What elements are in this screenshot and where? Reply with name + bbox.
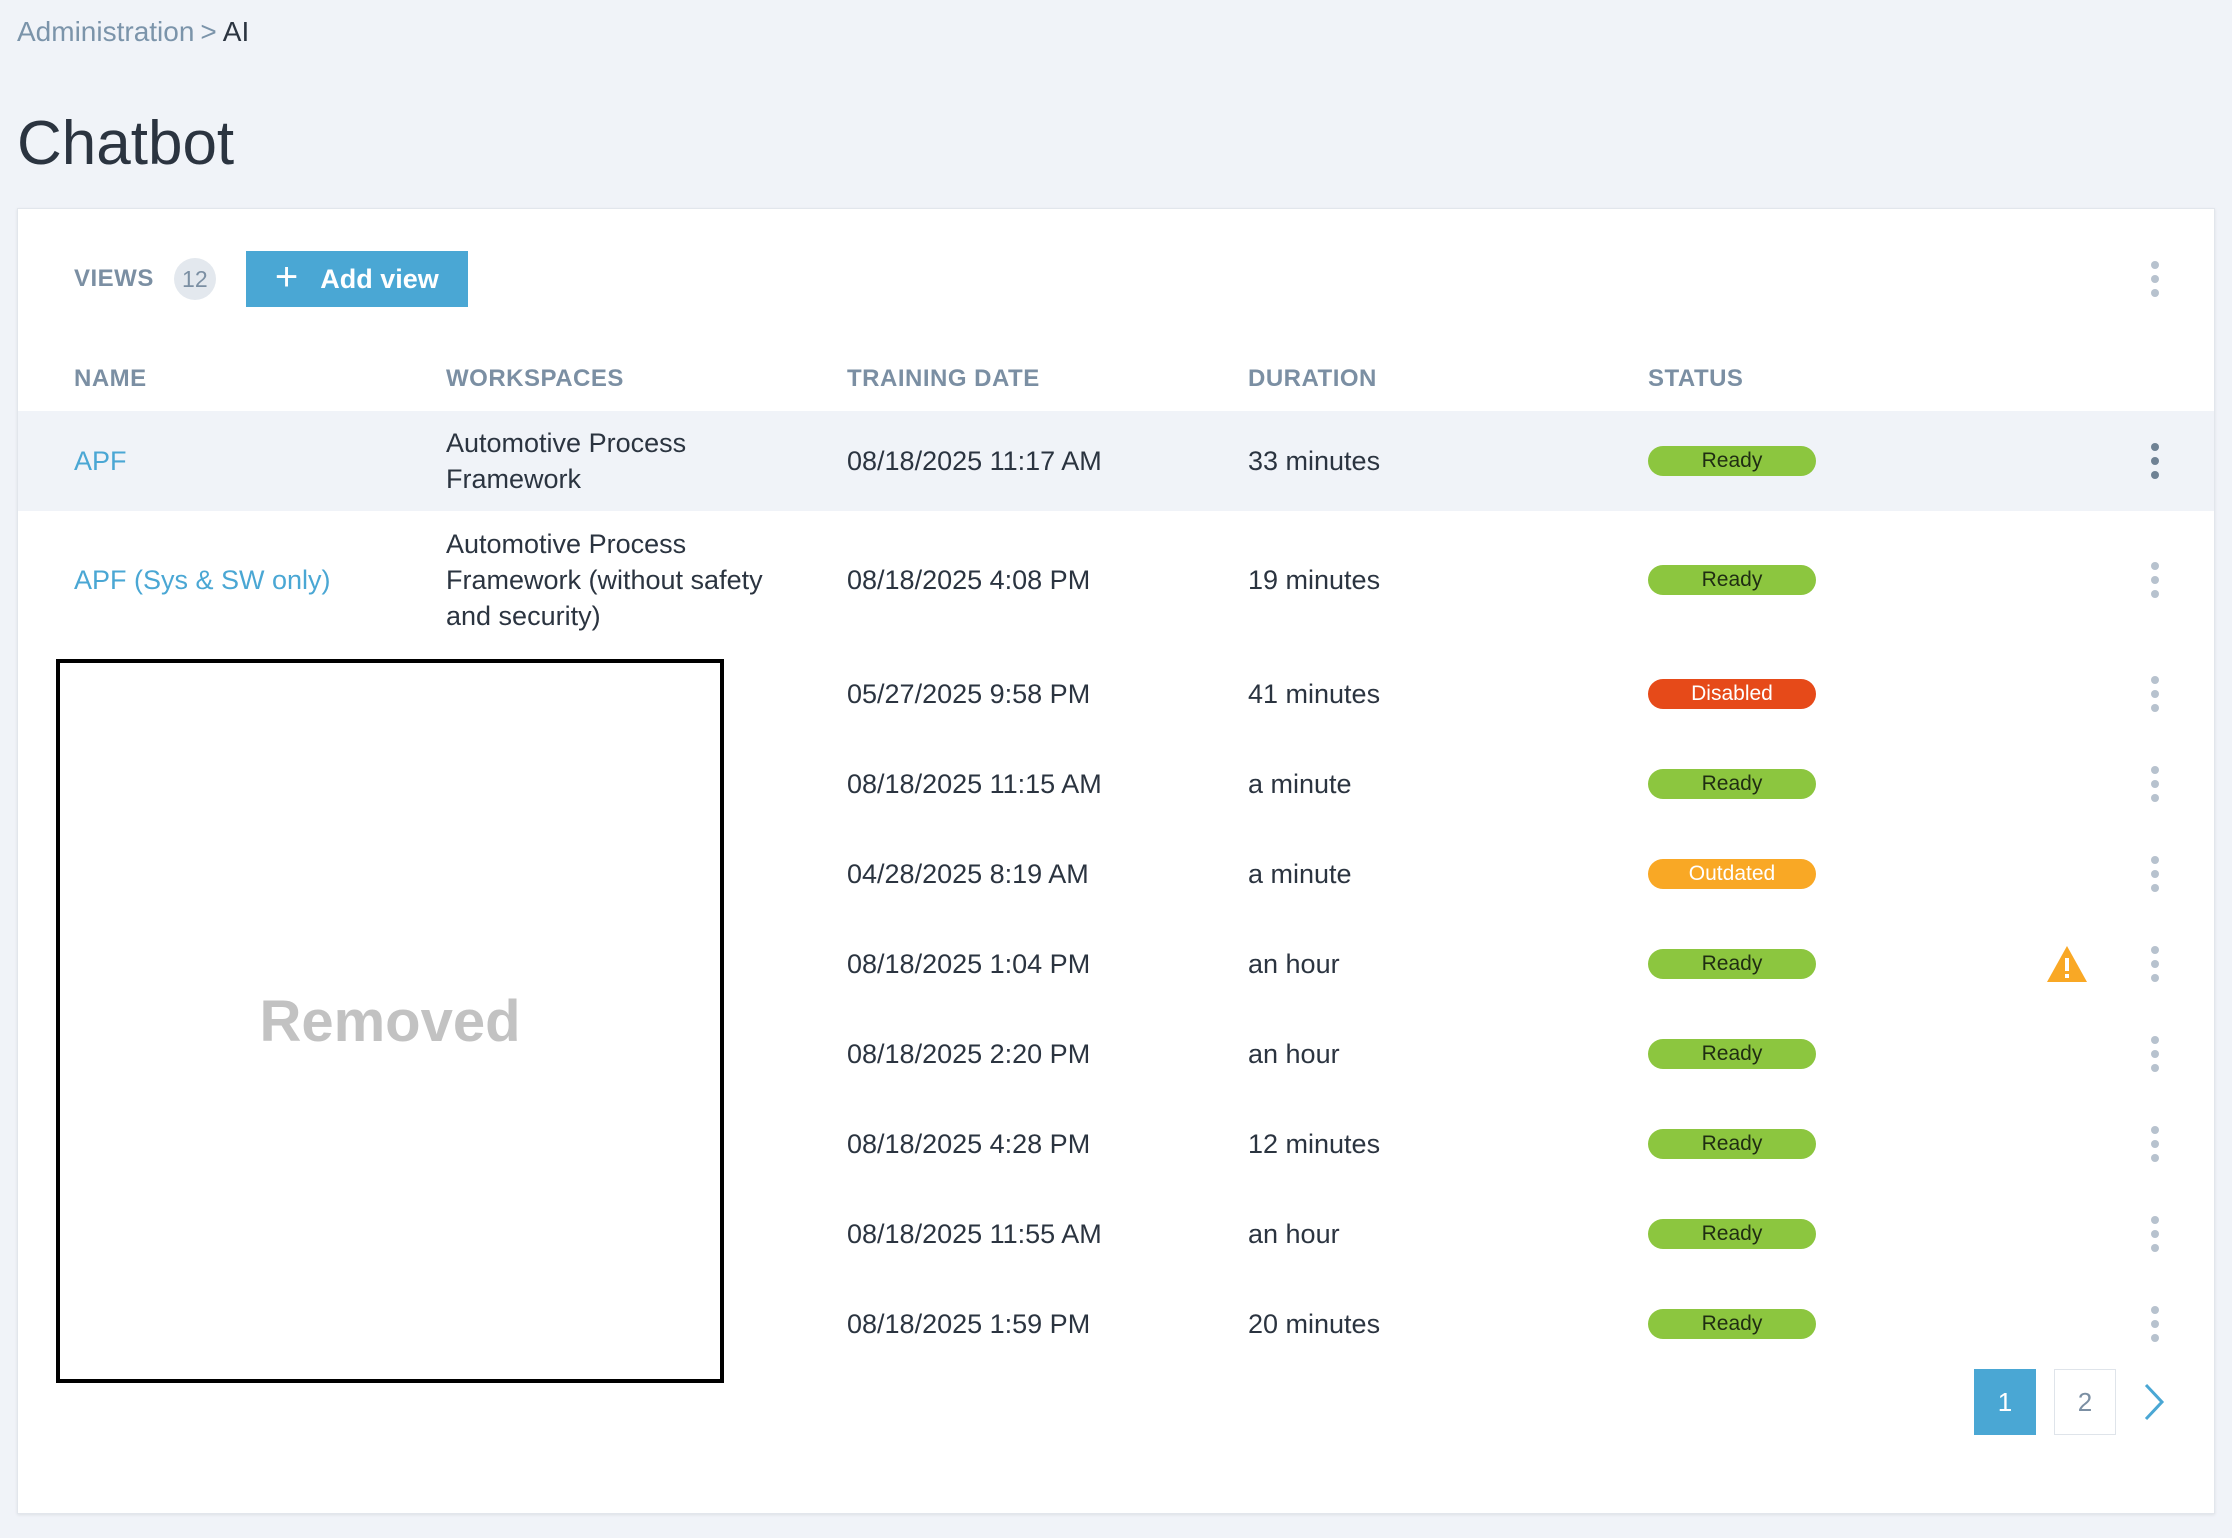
breadcrumb-administration-link[interactable]: Administration bbox=[17, 16, 194, 47]
redacted-region: Removed bbox=[56, 659, 724, 1383]
table-row[interactable] bbox=[18, 411, 2214, 511]
status-badge: Ready bbox=[1648, 1129, 1816, 1159]
views-label: VIEWS bbox=[74, 265, 154, 292]
row-menu-icon[interactable] bbox=[2150, 1306, 2160, 1342]
breadcrumb: Administration > AI bbox=[17, 12, 249, 52]
training-date-cell: 08/18/2025 11:55 AM bbox=[847, 1219, 1102, 1249]
duration-cell: 33 minutes bbox=[1248, 446, 1381, 476]
column-header-workspaces[interactable]: WORKSPACES bbox=[446, 365, 624, 393]
page-2-button[interactable]: 2 bbox=[2054, 1369, 2116, 1435]
training-date-cell: 08/18/2025 2:20 PM bbox=[847, 1039, 1091, 1069]
training-date-cell: 08/18/2025 1:04 PM bbox=[847, 949, 1091, 979]
views-panel: VIEWS 12 + Add view NAME WORKSPACES TRAI… bbox=[17, 208, 2215, 1514]
training-date-cell: 08/18/2025 11:15 AM bbox=[847, 769, 1102, 799]
row-menu-icon[interactable] bbox=[2150, 1036, 2160, 1072]
panel-menu-icon[interactable] bbox=[2150, 261, 2160, 297]
page-title: Chatbot bbox=[17, 109, 235, 178]
status-badge: Ready bbox=[1648, 565, 1816, 595]
page-1-button[interactable]: 1 bbox=[1974, 1369, 2036, 1435]
row-menu-icon[interactable] bbox=[2150, 562, 2160, 598]
breadcrumb-separator: > bbox=[200, 16, 217, 47]
redacted-label: Removed bbox=[259, 988, 521, 1054]
status-badge: Ready bbox=[1648, 769, 1816, 799]
row-menu-icon[interactable] bbox=[2150, 1216, 2160, 1252]
status-badge: Ready bbox=[1648, 446, 1816, 476]
warning-icon[interactable] bbox=[2045, 944, 2089, 984]
workspace-line: and security) bbox=[446, 601, 601, 631]
status-badge: Ready bbox=[1648, 1039, 1816, 1069]
add-view-label: Add view bbox=[320, 263, 439, 294]
duration-cell: 41 minutes bbox=[1248, 679, 1381, 709]
duration-cell: 12 minutes bbox=[1248, 1129, 1381, 1159]
row-menu-icon[interactable] bbox=[2150, 1126, 2160, 1162]
workspace-line: Automotive Process bbox=[446, 428, 687, 458]
row-menu-icon[interactable] bbox=[2150, 946, 2160, 982]
workspace-line: Automotive Process bbox=[446, 529, 687, 559]
breadcrumb-current: AI bbox=[222, 16, 250, 47]
pagination: 1 2 bbox=[1974, 1369, 2174, 1435]
duration-cell: 19 minutes bbox=[1248, 565, 1381, 595]
views-count-badge: 12 bbox=[173, 258, 216, 300]
column-header-duration[interactable]: DURATION bbox=[1248, 365, 1377, 393]
plus-icon: + bbox=[274, 255, 299, 299]
duration-cell: 20 minutes bbox=[1248, 1309, 1381, 1339]
status-badge: Disabled bbox=[1648, 679, 1816, 709]
row-menu-icon[interactable] bbox=[2150, 856, 2160, 892]
status-badge: Ready bbox=[1648, 1309, 1816, 1339]
duration-cell: an hour bbox=[1248, 1219, 1340, 1249]
workspace-line: Framework (without safety bbox=[446, 565, 763, 595]
status-badge: Ready bbox=[1648, 1219, 1816, 1249]
workspaces-cell: Automotive Process Framework bbox=[446, 425, 686, 497]
training-date-cell: 08/18/2025 4:08 PM bbox=[847, 565, 1091, 595]
view-name-link[interactable]: APF (Sys & SW only) bbox=[74, 562, 331, 598]
next-page-button[interactable] bbox=[2134, 1369, 2174, 1435]
duration-cell: a minute bbox=[1248, 859, 1352, 889]
duration-cell: an hour bbox=[1248, 1039, 1340, 1069]
training-date-cell: 04/28/2025 8:19 AM bbox=[847, 859, 1089, 889]
row-menu-icon[interactable] bbox=[2150, 676, 2160, 712]
duration-cell: an hour bbox=[1248, 949, 1340, 979]
column-header-status[interactable]: STATUS bbox=[1648, 365, 1743, 393]
view-name-link[interactable]: APF bbox=[74, 443, 127, 479]
workspace-line: Framework bbox=[446, 464, 582, 494]
training-date-cell: 08/18/2025 1:59 PM bbox=[847, 1309, 1091, 1339]
training-date-cell: 08/18/2025 4:28 PM bbox=[847, 1129, 1091, 1159]
status-badge: Ready bbox=[1648, 949, 1816, 979]
duration-cell: a minute bbox=[1248, 769, 1352, 799]
workspaces-cell: Automotive Process Framework (without saf… bbox=[446, 526, 763, 634]
views-toolbar: VIEWS 12 + Add view bbox=[74, 251, 468, 307]
column-header-name[interactable]: NAME bbox=[74, 365, 147, 393]
status-badge: Outdated bbox=[1648, 859, 1816, 889]
row-menu-icon[interactable] bbox=[2150, 443, 2160, 479]
training-date-cell: 05/27/2025 9:58 PM bbox=[847, 679, 1091, 709]
add-view-button[interactable]: + Add view bbox=[245, 251, 468, 307]
chevron-right-icon bbox=[2144, 1383, 2165, 1421]
column-header-training-date[interactable]: TRAINING DATE bbox=[847, 365, 1040, 393]
training-date-cell: 08/18/2025 11:17 AM bbox=[847, 446, 1102, 476]
row-menu-icon[interactable] bbox=[2150, 766, 2160, 802]
table-row[interactable] bbox=[18, 511, 2214, 649]
